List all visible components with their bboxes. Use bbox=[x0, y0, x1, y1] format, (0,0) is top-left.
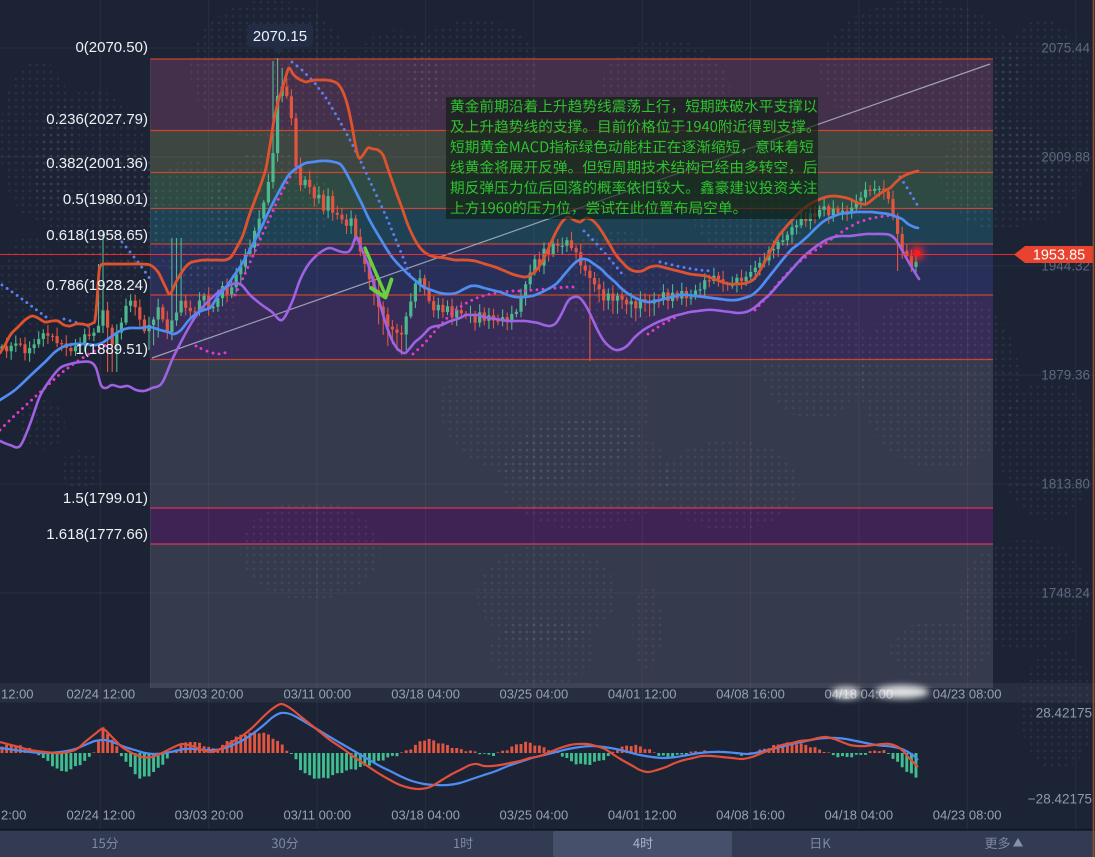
svg-text:1(1889.51): 1(1889.51) bbox=[75, 341, 148, 358]
svg-text:28.42175: 28.42175 bbox=[1036, 706, 1092, 721]
svg-text:03/03 20:00: 03/03 20:00 bbox=[175, 687, 244, 702]
svg-text:03/03 20:00: 03/03 20:00 bbox=[175, 808, 244, 823]
svg-text:03/11 00:00: 03/11 00:00 bbox=[283, 808, 351, 823]
svg-text:03/11 00:00: 03/11 00:00 bbox=[283, 687, 351, 702]
svg-text:1953.85: 1953.85 bbox=[1033, 248, 1085, 264]
svg-text:12:00: 12:00 bbox=[1, 687, 34, 702]
svg-text:2070.15: 2070.15 bbox=[253, 28, 307, 45]
svg-text:02/24 12:00: 02/24 12:00 bbox=[66, 687, 135, 702]
svg-text:0.236(2027.79): 0.236(2027.79) bbox=[46, 111, 148, 128]
svg-text:0.618(1958.65): 0.618(1958.65) bbox=[46, 227, 148, 244]
svg-text:04/23 08:00: 04/23 08:00 bbox=[933, 808, 1002, 823]
svg-text:04/01 12:00: 04/01 12:00 bbox=[608, 808, 677, 823]
svg-text:1879.36: 1879.36 bbox=[1041, 368, 1090, 383]
svg-text:0.786(1928.24): 0.786(1928.24) bbox=[46, 277, 148, 294]
svg-text:04/08 16:00: 04/08 16:00 bbox=[716, 687, 785, 702]
svg-text:03/18 04:00: 03/18 04:00 bbox=[391, 808, 460, 823]
svg-text:2009.88: 2009.88 bbox=[1041, 150, 1090, 165]
svg-text:02/24 12:00: 02/24 12:00 bbox=[66, 808, 135, 823]
svg-text:1813.80: 1813.80 bbox=[1041, 477, 1090, 492]
svg-text:0.382(2001.36): 0.382(2001.36) bbox=[46, 155, 148, 172]
svg-text:03/25 04:00: 03/25 04:00 bbox=[500, 808, 569, 823]
svg-text:1.618(1777.66): 1.618(1777.66) bbox=[46, 526, 148, 543]
svg-text:−28.42175: −28.42175 bbox=[1028, 792, 1092, 807]
svg-text:2075.44: 2075.44 bbox=[1041, 41, 1090, 56]
svg-text:2:00: 2:00 bbox=[1, 808, 26, 823]
svg-text:04/23 08:00: 04/23 08:00 bbox=[933, 687, 1002, 702]
svg-text:0(2070.50): 0(2070.50) bbox=[75, 39, 148, 56]
svg-text:1.5(1799.01): 1.5(1799.01) bbox=[63, 490, 148, 507]
svg-text:0.5(1980.01): 0.5(1980.01) bbox=[63, 191, 148, 208]
svg-text:1748.24: 1748.24 bbox=[1041, 586, 1090, 601]
svg-text:03/18 04:00: 03/18 04:00 bbox=[391, 687, 460, 702]
svg-text:03/25 04:00: 03/25 04:00 bbox=[500, 687, 569, 702]
svg-text:04/18 04:00: 04/18 04:00 bbox=[824, 808, 893, 823]
svg-text:04/08 16:00: 04/08 16:00 bbox=[716, 808, 785, 823]
svg-text:04/01 12:00: 04/01 12:00 bbox=[608, 687, 677, 702]
